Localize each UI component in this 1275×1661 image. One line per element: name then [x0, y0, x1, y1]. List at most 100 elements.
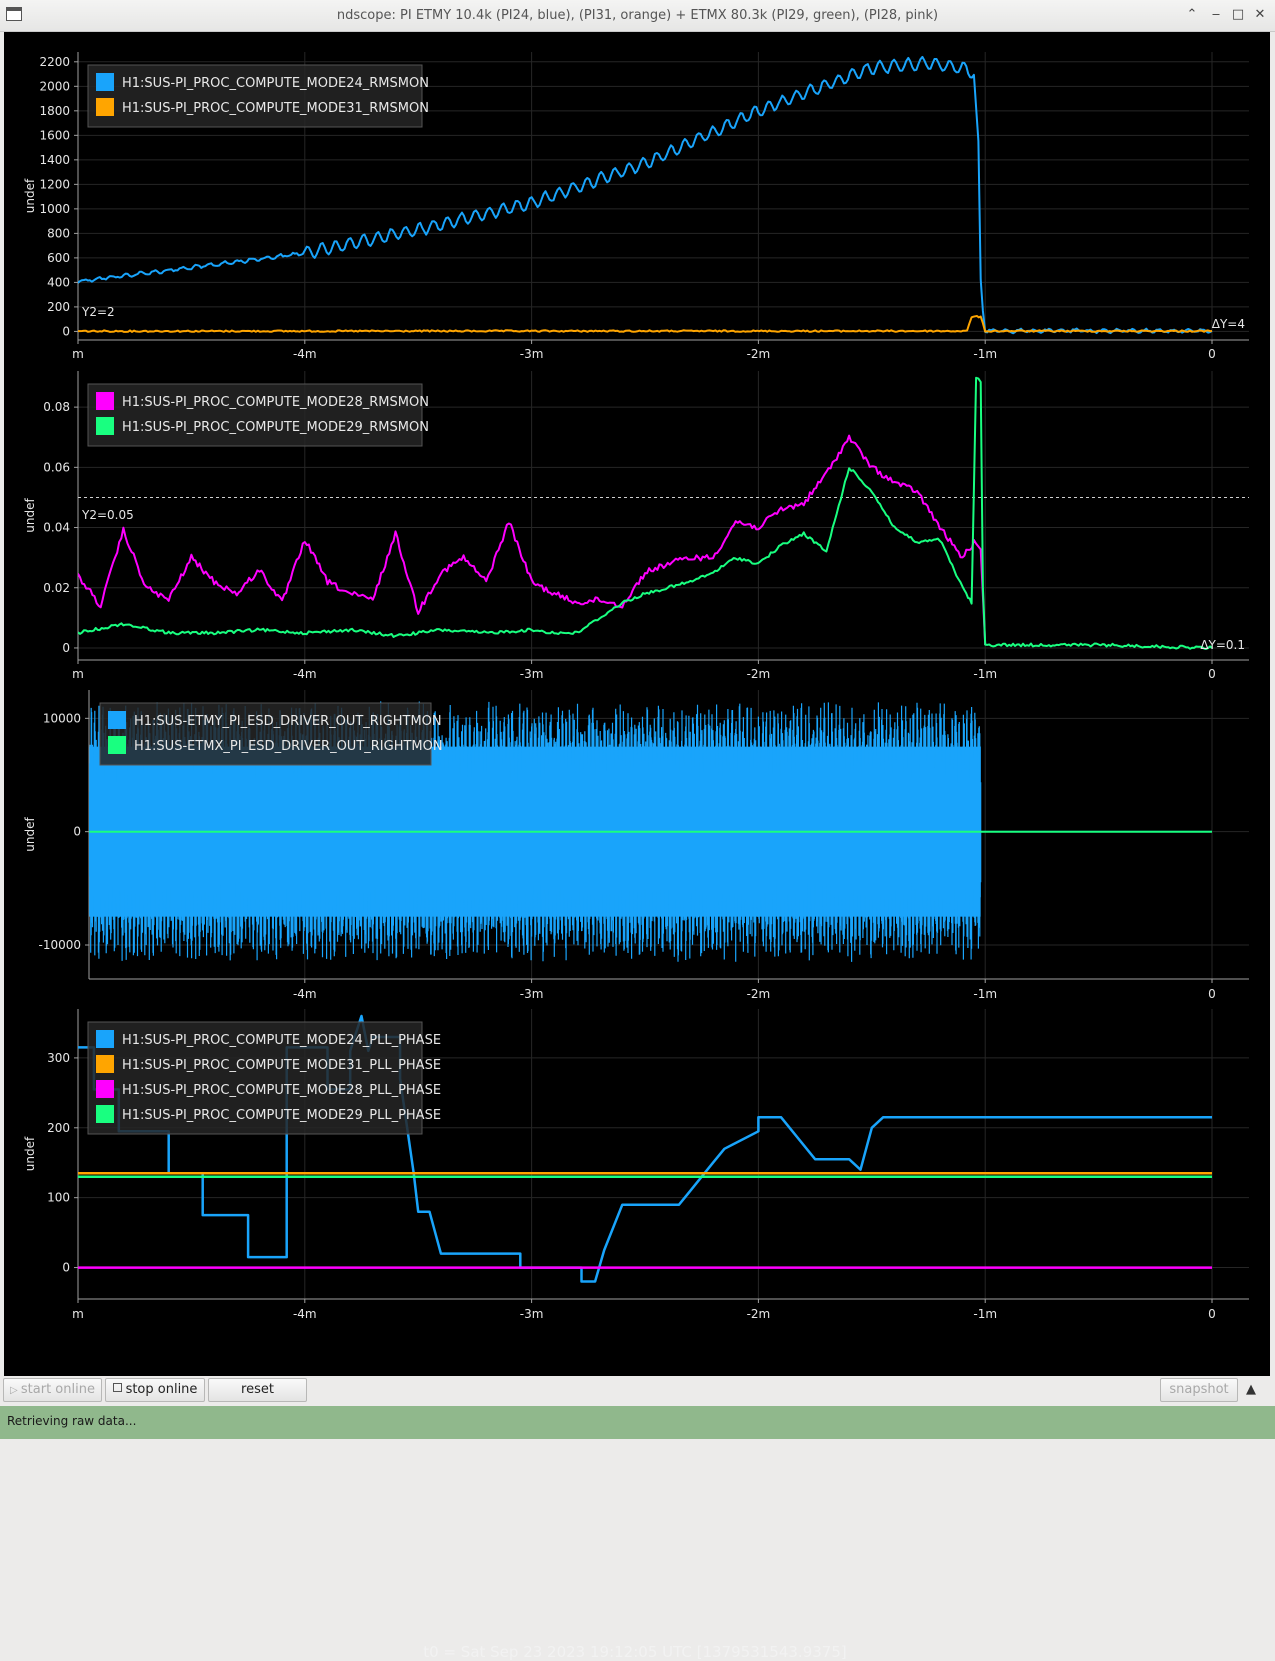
legend-label: H1:SUS-PI_PROC_COMPUTE_MODE31_RMSMON	[122, 101, 429, 116]
legend-swatch[interactable]	[96, 417, 114, 435]
y-tick-label: 1000	[39, 202, 70, 216]
y-tick-label: 200	[47, 1121, 70, 1135]
legend-swatch[interactable]	[96, 1055, 114, 1073]
legend-swatch[interactable]	[96, 1105, 114, 1123]
delta-y-label: ΔY=0.1	[1200, 638, 1245, 652]
status-bar: Retrieving raw data...	[0, 1406, 1275, 1439]
y-axis-label: undef	[23, 178, 37, 213]
legend-box	[87, 64, 423, 128]
y2-cursor-label: Y2=2	[81, 305, 115, 319]
chevron-up-icon[interactable]: ⌃	[1183, 6, 1201, 24]
legend-swatch[interactable]	[96, 73, 114, 91]
close-icon[interactable]: ✕	[1251, 6, 1269, 24]
x-tick-label: m	[72, 667, 84, 681]
y-axis-label: undef	[23, 817, 37, 852]
x-tick-label: -4m	[293, 347, 317, 361]
x-tick-label: -2m	[747, 987, 771, 1001]
y-tick-label: 0	[73, 825, 81, 839]
legend-box	[87, 383, 423, 447]
legend[interactable]: H1:SUS-PI_PROC_COMPUTE_MODE28_RMSMON H1:S…	[87, 383, 429, 447]
t0-text: t0 = Sat Sep 23 2023 19:12:05 UTC [13795…	[423, 1643, 847, 1661]
x-tick-label: -2m	[747, 667, 771, 681]
y-tick-label: 400	[47, 275, 70, 289]
start-online-label: start online	[20, 1382, 95, 1397]
plots-canvas[interactable]: 0200400600800100012001400160018002000220…	[4, 32, 1270, 1376]
y-axis-label: undef	[23, 1136, 37, 1171]
y-tick-label: 0.06	[43, 460, 70, 474]
window-title: ndscope: PI ETMY 10.4k (PI24, blue), (PI…	[336, 8, 939, 23]
reset-button[interactable]: reset	[208, 1378, 307, 1402]
plot-4[interactable]: 0 100 200 300 m -4m -3m -2m -1m 0 undef H1:SUS-PI_P…	[23, 1009, 1249, 1321]
x-tick-label: -4m	[293, 987, 317, 1001]
x-tick-label: -1m	[973, 1307, 997, 1321]
title-bar: ndscope: PI ETMY 10.4k (PI24, blue), (PI…	[0, 0, 1275, 32]
y-tick-label: 0.02	[43, 581, 70, 595]
delta-y-label: ΔY=4	[1212, 317, 1245, 331]
y-tick-label: 2000	[39, 79, 70, 93]
plot-3[interactable]: -10000 0 10000 -4m -3m -2m -1m 0 undef H1:SUS-ETM…	[23, 690, 1249, 1001]
status-text: Retrieving raw data...	[7, 1414, 137, 1428]
stop-online-label: stop online	[125, 1382, 198, 1397]
y-tick-label: 100	[47, 1191, 70, 1205]
play-icon: ▷	[10, 1385, 21, 1396]
series-line-1	[78, 315, 1212, 333]
x-tick-label: m	[72, 1307, 84, 1321]
legend-label: H1:SUS-ETMX_PI_ESD_DRIVER_OUT_RIGHTMON	[134, 739, 443, 754]
y2-cursor-label: Y2=0.05	[81, 508, 134, 522]
legend-label: H1:SUS-PI_PROC_COMPUTE_MODE29_PLL_PHASE	[122, 1108, 441, 1123]
legend-label: H1:SUS-PI_PROC_COMPUTE_MODE24_RMSMON	[122, 76, 429, 91]
snapshot-button[interactable]: snapshot	[1160, 1378, 1238, 1402]
y-tick-label: 1600	[39, 128, 70, 142]
y-tick-label: 200	[47, 300, 70, 314]
x-tick-label: -1m	[973, 667, 997, 681]
y-tick-label: -10000	[38, 938, 81, 952]
maximize-icon[interactable]: □	[1229, 6, 1247, 24]
ndscope-plot-area[interactable]: 0 200 400 600 800 1000 1200 1400 1600 1800 2000 220…	[4, 32, 1270, 1376]
legend-label: H1:SUS-PI_PROC_COMPUTE_MODE28_PLL_PHASE	[122, 1083, 441, 1098]
legend-swatch[interactable]	[96, 1080, 114, 1098]
y-tick-label: 300	[47, 1051, 70, 1065]
x-tick-label: -2m	[747, 1307, 771, 1321]
legend-box	[99, 702, 432, 766]
plot-1[interactable]: 0 200 400 600 800 1000 1200 1400 1600 1800 2000 220…	[23, 52, 1249, 361]
x-tick-label: -4m	[293, 1307, 317, 1321]
legend[interactable]: H1:SUS-PI_PROC_COMPUTE_MODE24_RMSMON H1:S…	[87, 64, 429, 128]
y-tick-label: 0.08	[43, 400, 70, 414]
legend-swatch[interactable]	[108, 736, 126, 754]
legend-swatch[interactable]	[96, 98, 114, 116]
legend[interactable]: H1:SUS-PI_PROC_COMPUTE_MODE24_PLL_PHASE H…	[87, 1021, 441, 1135]
y-tick-label: 600	[47, 251, 70, 265]
minimize-icon[interactable]: ‒	[1207, 6, 1225, 24]
x-tick-label: -3m	[520, 987, 544, 1001]
x-tick-label: 0	[1208, 1307, 1216, 1321]
stop-online-button[interactable]: stop online	[105, 1378, 205, 1402]
y-tick-label: 0	[62, 641, 70, 655]
legend-swatch[interactable]	[96, 1030, 114, 1048]
x-tick-label: -1m	[973, 987, 997, 1001]
y-tick-label: 1200	[39, 177, 70, 191]
x-tick-label: -4m	[293, 667, 317, 681]
start-online-button[interactable]: ▷ start online	[3, 1378, 102, 1402]
legend-label: H1:SUS-ETMY_PI_ESD_DRIVER_OUT_RIGHTMON	[134, 714, 442, 729]
x-tick-label: -1m	[973, 347, 997, 361]
y-tick-label: 10000	[43, 711, 81, 725]
triangle-up-icon[interactable]: ▲	[1246, 1382, 1256, 1397]
y-tick-label: 800	[47, 226, 70, 240]
legend-label: H1:SUS-PI_PROC_COMPUTE_MODE31_PLL_PHASE	[122, 1058, 441, 1073]
x-tick-label: 0	[1208, 987, 1216, 1001]
legend-swatch[interactable]	[96, 392, 114, 410]
plot-2[interactable]: 0 0.02 0.04 0.06 0.08 m -4m -3m -2m -1m 0 undef Y2=0…	[23, 371, 1249, 681]
legend[interactable]: H1:SUS-ETMY_PI_ESD_DRIVER_OUT_RIGHTMON H1…	[99, 702, 443, 766]
x-tick-label: -3m	[520, 667, 544, 681]
legend-label: H1:SUS-PI_PROC_COMPUTE_MODE28_RMSMON	[122, 395, 429, 410]
x-tick-label: -2m	[747, 347, 771, 361]
y-tick-label: 0.04	[43, 521, 70, 535]
x-tick-label: -3m	[520, 347, 544, 361]
x-tick-label: 0	[1208, 667, 1216, 681]
stop-icon	[112, 1383, 122, 1392]
legend-swatch[interactable]	[108, 711, 126, 729]
y-tick-label: 2200	[39, 55, 70, 69]
y-tick-label: 0	[62, 1261, 70, 1275]
x-tick-label: 0	[1208, 347, 1216, 361]
y-axis-label: undef	[23, 498, 37, 533]
